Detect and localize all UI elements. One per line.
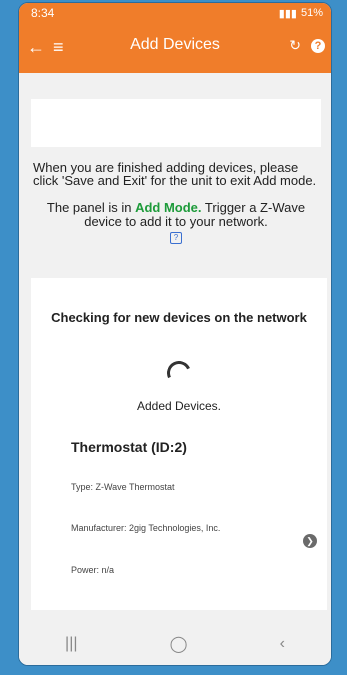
device-manufacturer: Manufacturer: 2gig Technologies, Inc. [71,523,221,533]
android-navbar: ||| ◯ ‹ [19,623,331,665]
added-devices-label: Added Devices. [136,399,222,413]
refresh-icon[interactable]: ↻ [289,37,301,54]
empty-panel [31,99,321,147]
loading-spinner-icon [163,357,195,389]
phone-frame: 8:34 ▮▮▮ 51% ← ≡ Add Devices ↻ ? When yo… [18,2,332,666]
help-small-icon[interactable]: ? [170,232,182,244]
device-type: Type: Z-Wave Thermostat [71,482,175,492]
nav-icons: ← ≡ [27,37,64,58]
recent-apps-icon[interactable]: ||| [65,635,77,653]
device-power: Power: n/a [71,565,115,575]
battery-percent: 51% [300,7,323,19]
help-icon[interactable]: ? [311,38,325,53]
chevron-right-icon[interactable]: ❯ [303,534,317,548]
mode-prefix: The panel is in [46,200,136,215]
menu-icon[interactable]: ≡ [53,37,64,58]
back-arrow-icon[interactable]: ← [27,37,45,58]
instructions: When you are finished adding devices, pl… [25,161,327,244]
mode-label: Add Mode. [135,200,202,215]
page-title: Add Devices [130,36,220,53]
back-icon[interactable]: ‹ [280,635,285,653]
device-card: Checking for new devices on the network … [31,278,327,610]
add-mode-text: The panel is in Add Mode. Trigger a Z-Wa… [25,201,327,244]
checking-text: Checking for new devices on the network [51,310,307,325]
action-icons: ↻ ? [289,37,325,54]
device-name: Thermostat (ID:2) [71,439,187,455]
status-bar: 8:34 ▮▮▮ 51% [19,3,331,23]
save-exit-notice: When you are finished adding devices, pl… [33,160,317,188]
status-time: 8:34 [31,6,55,20]
home-icon[interactable]: ◯ [170,634,188,654]
status-icons: ▮▮▮ 51% [279,7,323,20]
signal-icon: ▮▮▮ [278,7,297,20]
app-bar: ← ≡ Add Devices ↻ ? [19,23,331,73]
